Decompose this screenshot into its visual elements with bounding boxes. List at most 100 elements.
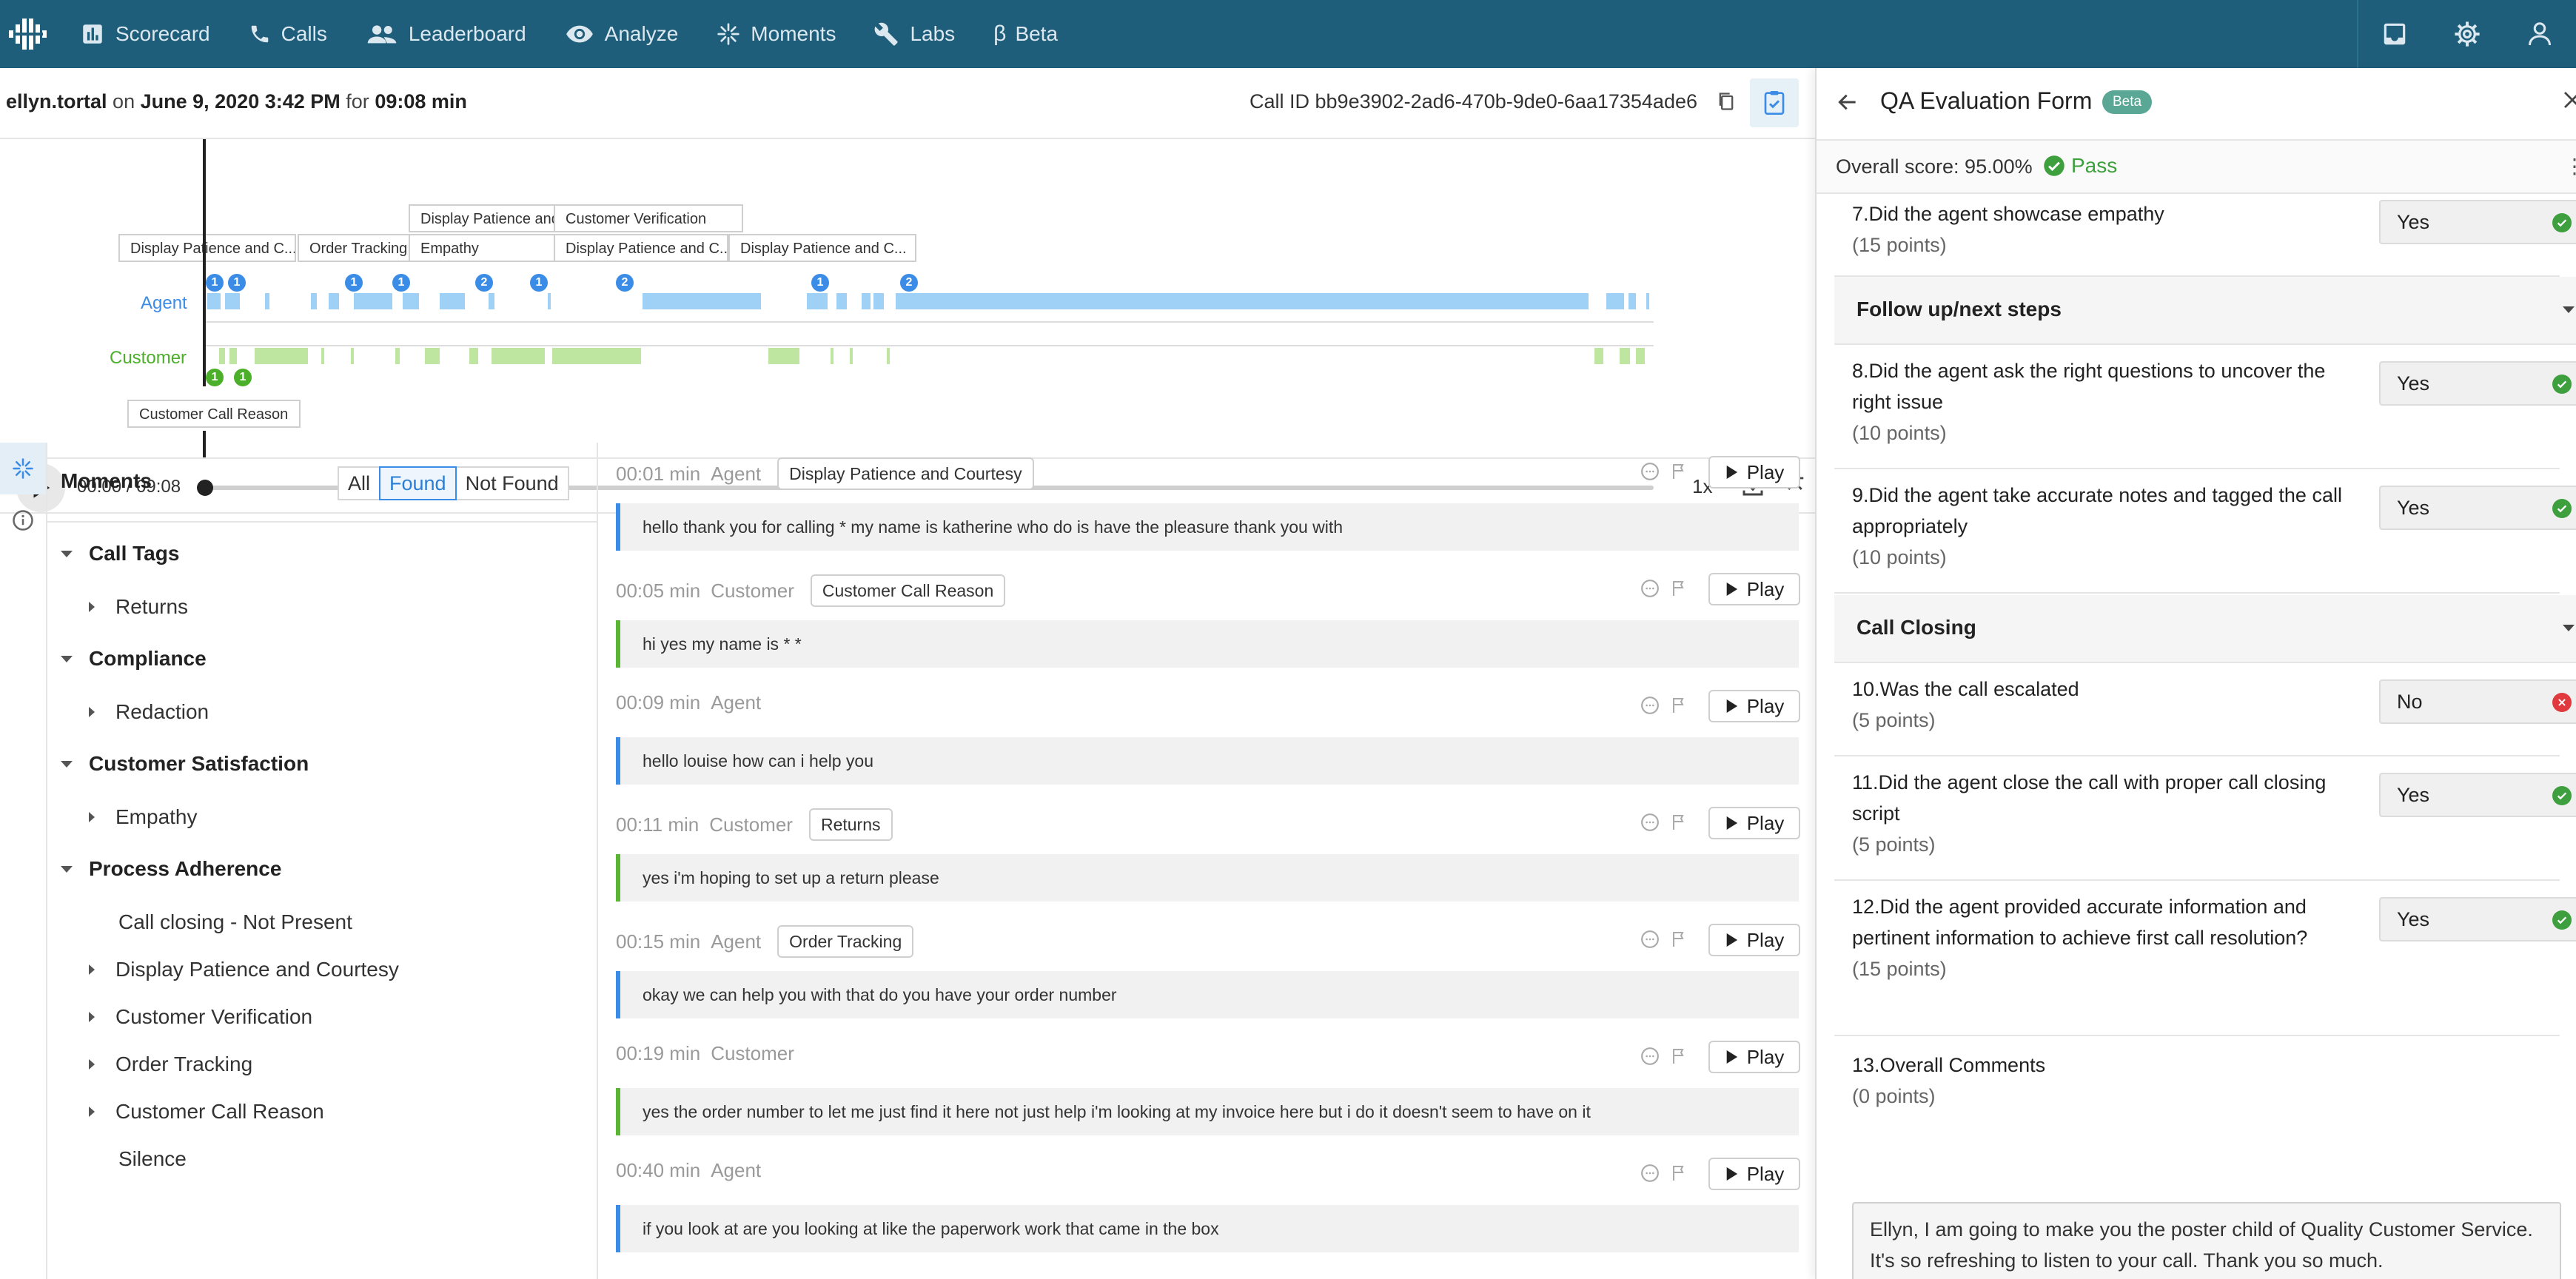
nav-labs[interactable]: Labs	[874, 0, 955, 68]
timeline-tag[interactable]: Customer Verification	[554, 204, 743, 232]
back-button[interactable]	[1836, 90, 1859, 119]
answer-select[interactable]: Yes	[2379, 897, 2576, 941]
transcript-entry: 00:09 min Agent Play hello louise how can i…	[600, 677, 1815, 793]
nav-moments[interactable]: Moments	[717, 0, 836, 68]
tree-category-customer-satisfaction[interactable]: Customer Satisfaction	[61, 752, 309, 776]
timeline-tag[interactable]: Order Tracking	[298, 234, 410, 262]
section-call-closing[interactable]: Call Closing	[1834, 595, 2576, 663]
entry-time: 00:05 min	[616, 579, 701, 602]
play-icon	[1726, 816, 1737, 830]
qa-form-toggle-button[interactable]	[1750, 78, 1799, 127]
moment-tag[interactable]: Order Tracking	[777, 925, 914, 958]
account-button[interactable]	[2503, 0, 2576, 68]
entry-actions[interactable]	[1640, 1047, 1688, 1066]
overall-score: Overall score: 95.00%	[1836, 155, 2033, 178]
tree-item-returns[interactable]: Returns	[89, 595, 188, 619]
caret-down-icon	[61, 655, 73, 662]
entry-actions[interactable]	[1640, 696, 1688, 715]
tree-item-customer-verification[interactable]: Customer Verification	[89, 1005, 312, 1029]
inbox-button[interactable]	[2358, 0, 2431, 68]
section-follow-up[interactable]: Follow up/next steps	[1834, 277, 2576, 345]
moment-tag[interactable]: Display Patience and Courtesy	[777, 457, 1034, 490]
tree-item-display-patience[interactable]: Display Patience and Courtesy	[89, 958, 399, 981]
play-snippet-button[interactable]: Play	[1708, 807, 1800, 839]
entry-meta: 00:01 min Agent Display Patience and Court…	[616, 457, 1034, 490]
tree-category-compliance[interactable]: Compliance	[61, 647, 207, 671]
qa-question: 11.Did the agent close the call with pro…	[1834, 756, 2576, 881]
settings-button[interactable]	[2431, 0, 2503, 68]
tree-item-silence[interactable]: Silence	[118, 1147, 187, 1171]
answer-select[interactable]: No	[2379, 679, 2576, 724]
timeline-tag[interactable]: Display Patience and C...	[118, 234, 296, 262]
play-snippet-button[interactable]: Play	[1708, 1041, 1800, 1073]
agent-moment-marker[interactable]: 1	[392, 274, 410, 292]
entry-actions[interactable]	[1640, 1164, 1688, 1183]
entry-actions[interactable]	[1640, 930, 1688, 949]
filter-not-found-button[interactable]: Not Found	[455, 466, 569, 500]
nav-scorecard[interactable]: Scorecard	[80, 0, 210, 68]
timeline-tag[interactable]: Empathy	[409, 234, 557, 262]
agent-speech-segment	[360, 293, 392, 309]
moment-tag[interactable]: Customer Call Reason	[810, 574, 1006, 607]
agent-moment-marker[interactable]: 2	[616, 274, 634, 292]
entry-speaker: Customer	[711, 579, 794, 602]
comment-icon	[1641, 1164, 1659, 1182]
timeline-customer-tag[interactable]: Customer Call Reason	[127, 400, 301, 428]
entry-actions[interactable]	[1640, 579, 1688, 598]
agent-moment-marker[interactable]: 2	[900, 274, 918, 292]
play-snippet-button[interactable]: Play	[1708, 1158, 1800, 1190]
copy-button[interactable]	[1716, 90, 1737, 118]
entry-speaker: Agent	[711, 462, 762, 485]
caret-down-icon	[2563, 306, 2575, 313]
timeline-tag[interactable]: Display Patience and C...	[554, 234, 728, 262]
nav-analyze[interactable]: Analyze	[565, 0, 678, 68]
overall-comments-textarea[interactable]: Ellyn, I am going to make you the poster…	[1852, 1202, 2561, 1279]
play-snippet-button[interactable]: Play	[1708, 924, 1800, 956]
moments-rail-button[interactable]	[0, 443, 46, 494]
nav-calls[interactable]: Calls	[249, 0, 327, 68]
tree-item-order-tracking[interactable]: Order Tracking	[89, 1053, 252, 1076]
entry-speaker: Agent	[711, 930, 762, 953]
tree-category-call-tags[interactable]: Call Tags	[61, 542, 179, 565]
tree-item-call-closing[interactable]: Call closing - Not Present	[118, 910, 352, 934]
info-rail-button[interactable]	[0, 494, 46, 546]
app-logo[interactable]	[3, 10, 52, 58]
entry-actions[interactable]	[1640, 813, 1688, 832]
question-text: 12.Did the agent provided accurate infor…	[1852, 891, 2355, 984]
answer-select[interactable]: Yes	[2379, 486, 2576, 530]
nav-leaderboard[interactable]: Leaderboard	[366, 0, 526, 68]
customer-moment-marker[interactable]: 1	[234, 369, 252, 386]
more-options-button[interactable]: ⋮	[2564, 154, 2576, 178]
tree-item-redaction[interactable]: Redaction	[89, 700, 209, 724]
play-snippet-button[interactable]: Play	[1708, 573, 1800, 605]
agent-moment-marker[interactable]: 1	[345, 274, 363, 292]
agent-moment-marker[interactable]: 1	[811, 274, 829, 292]
tree-category-label: Process Adherence	[89, 857, 282, 880]
agent-moment-marker[interactable]: 1	[206, 274, 224, 292]
play-snippet-button[interactable]: Play	[1708, 690, 1800, 722]
customer-speech-segment	[831, 348, 833, 364]
filter-found-button[interactable]: Found	[379, 466, 457, 500]
answer-select[interactable]: Yes	[2379, 200, 2576, 244]
answer-select[interactable]: Yes	[2379, 773, 2576, 817]
qa-form: 7.Did the agent showcase empathy (15 poin…	[1834, 195, 2576, 1279]
close-panel-button[interactable]	[2561, 89, 2576, 116]
tree-category-process-adherence[interactable]: Process Adherence	[61, 857, 281, 881]
answer-select[interactable]: Yes	[2379, 361, 2576, 406]
play-snippet-button[interactable]: Play	[1708, 456, 1800, 489]
timeline-tag[interactable]: Display Patience and C...	[728, 234, 916, 262]
agent-moment-marker[interactable]: 1	[228, 274, 246, 292]
customer-moment-marker[interactable]: 1	[206, 369, 224, 386]
tree-item-empathy[interactable]: Empathy	[89, 805, 198, 829]
nav-beta[interactable]: β Beta	[993, 0, 1058, 68]
moment-tag[interactable]: Returns	[808, 808, 893, 841]
tree-item-customer-call-reason[interactable]: Customer Call Reason	[89, 1100, 324, 1124]
entry-actions[interactable]	[1640, 462, 1688, 481]
agent-moment-marker[interactable]: 2	[475, 274, 493, 292]
filter-all-button[interactable]: All	[338, 466, 381, 500]
answer-value: Yes	[2397, 211, 2430, 233]
timeline-tag[interactable]: Display Patience and	[409, 204, 557, 232]
agent-moment-marker[interactable]: 1	[530, 274, 548, 292]
agent-speech-segment	[311, 293, 317, 309]
tree-item-label: Display Patience and Courtesy	[115, 958, 399, 981]
